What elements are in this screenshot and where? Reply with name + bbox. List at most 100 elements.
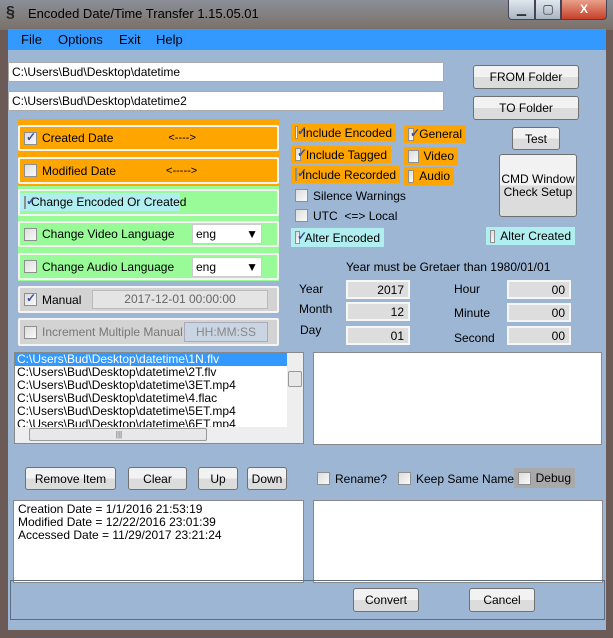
include-tagged[interactable]: Include Tagged bbox=[291, 146, 391, 163]
second-label: Second bbox=[454, 331, 495, 345]
chevron-down-icon: ▼ bbox=[246, 227, 258, 241]
from-folder-button[interactable]: FROM Folder bbox=[473, 65, 579, 89]
silence-warnings-checkbox[interactable] bbox=[295, 189, 308, 202]
minute-label: Minute bbox=[454, 306, 491, 320]
to-path-input[interactable] bbox=[8, 91, 444, 111]
vertical-scrollbar[interactable] bbox=[287, 353, 303, 427]
change-encoded-checkbox-label[interactable]: Change Encoded Or Created bbox=[20, 193, 186, 211]
audio-language-label: Change Audio Language bbox=[42, 259, 175, 274]
debug[interactable]: Debug bbox=[514, 468, 575, 488]
list-item[interactable]: C:\Users\Bud\Desktop\datetime\4.flac bbox=[15, 392, 303, 405]
hour-label: Hour bbox=[454, 282, 481, 296]
audio-label: Audio bbox=[419, 169, 450, 183]
month-label: Month bbox=[299, 302, 333, 316]
list-item[interactable]: C:\Users\Bud\Desktop\datetime\2T.flv bbox=[15, 366, 303, 379]
year-field[interactable]: 2017 bbox=[346, 280, 410, 299]
video[interactable]: Video bbox=[404, 147, 458, 165]
rename-checkbox[interactable] bbox=[317, 472, 330, 485]
keep-same-name-checkbox[interactable] bbox=[398, 472, 411, 485]
scroll-thumb[interactable]: ||| bbox=[29, 428, 207, 441]
hour-field[interactable]: 00 bbox=[507, 280, 571, 299]
remove-item-button[interactable]: Remove Item bbox=[25, 467, 116, 490]
file-info-box[interactable]: Creation Date = 1/1/2016 21:53:19 Modifi… bbox=[13, 500, 304, 583]
minute-field[interactable]: 00 bbox=[507, 303, 571, 322]
modified-date-checkbox[interactable] bbox=[24, 164, 37, 177]
include-tagged-label: Include Tagged bbox=[305, 147, 387, 162]
alter-created-checkbox[interactable] bbox=[490, 229, 496, 243]
general-checkbox[interactable] bbox=[408, 126, 421, 141]
video-label: Video bbox=[423, 149, 454, 163]
output-box[interactable] bbox=[313, 500, 603, 583]
rename[interactable]: Rename? bbox=[313, 470, 391, 487]
keep-same-name[interactable]: Keep Same Name bbox=[394, 470, 518, 487]
increment-label: Increment Multiple Manual bbox=[42, 325, 183, 339]
created-date-checkbox[interactable] bbox=[24, 130, 37, 145]
maximize-button[interactable]: ▢ bbox=[535, 0, 561, 20]
general-label: General bbox=[419, 127, 462, 141]
menu-file[interactable]: File bbox=[21, 32, 42, 47]
include-tagged-checkbox[interactable] bbox=[295, 146, 307, 161]
second-field[interactable]: 00 bbox=[507, 326, 571, 345]
close-button[interactable]: X bbox=[561, 0, 607, 20]
include-recorded-checkbox[interactable] bbox=[295, 166, 307, 181]
menu-help[interactable]: Help bbox=[156, 32, 183, 47]
list-item[interactable]: C:\Users\Bud\Desktop\datetime\5ET.mp4 bbox=[15, 405, 303, 418]
manual-checkbox[interactable] bbox=[24, 291, 37, 306]
utc-local-label: UTC <=> Local bbox=[313, 208, 398, 223]
manual-label: Manual bbox=[42, 292, 82, 307]
horizontal-scrollbar[interactable]: ||| bbox=[15, 427, 303, 443]
video-language-checkbox[interactable] bbox=[24, 227, 37, 241]
increment-row: Increment Multiple Manual HH:MM:SS bbox=[18, 318, 279, 346]
audio[interactable]: Audio bbox=[404, 167, 454, 185]
utc-local-checkbox[interactable] bbox=[295, 209, 308, 222]
from-path-input[interactable] bbox=[8, 62, 444, 82]
include-recorded[interactable]: Include Recorded bbox=[291, 166, 400, 183]
alter-created[interactable]: Alter Created bbox=[486, 227, 575, 245]
preview-panel bbox=[313, 352, 602, 445]
file-list[interactable]: C:\Users\Bud\Desktop\datetime\1N.flv C:\… bbox=[14, 352, 304, 444]
include-encoded-checkbox[interactable] bbox=[295, 124, 305, 139]
general[interactable]: General bbox=[404, 125, 466, 143]
audio-language-row: Change Audio Language eng ▼ bbox=[18, 253, 279, 280]
manual-datetime-field[interactable]: 2017-12-01 00:00:00 bbox=[92, 290, 268, 309]
to-folder-button[interactable]: TO Folder bbox=[473, 96, 579, 120]
debug-label: Debug bbox=[535, 471, 571, 485]
audio-language-checkbox[interactable] bbox=[24, 260, 37, 273]
audio-language-select[interactable]: eng ▼ bbox=[192, 256, 262, 277]
convert-button[interactable]: Convert bbox=[353, 588, 419, 612]
up-button[interactable]: Up bbox=[198, 467, 238, 490]
modified-date-row[interactable]: Modified Date <-----> bbox=[18, 157, 279, 184]
alter-encoded-checkbox[interactable] bbox=[295, 229, 306, 244]
menu-options[interactable]: Options bbox=[58, 32, 103, 47]
list-item[interactable]: C:\Users\Bud\Desktop\datetime\1N.flv bbox=[15, 353, 288, 366]
minimize-button[interactable]: ▁ bbox=[508, 0, 535, 20]
silence-warnings[interactable]: Silence Warnings bbox=[291, 187, 410, 204]
change-encoded-checkbox[interactable] bbox=[24, 194, 36, 209]
increment-time-field[interactable]: HH:MM:SS bbox=[184, 322, 268, 342]
increment-checkbox[interactable] bbox=[24, 325, 37, 339]
alter-encoded[interactable]: Alter Encoded bbox=[291, 228, 384, 247]
clear-button[interactable]: Clear bbox=[128, 467, 187, 490]
debug-checkbox[interactable] bbox=[518, 471, 531, 485]
month-field[interactable]: 12 bbox=[346, 302, 410, 321]
video-language-row: Change Video Language eng ▼ bbox=[18, 221, 279, 247]
day-field[interactable]: 01 bbox=[346, 326, 410, 345]
modified-date-label: Modified Date bbox=[42, 163, 117, 178]
created-date-row[interactable]: Created Date <----> bbox=[18, 125, 279, 151]
change-encoded-row: Change Encoded Or Created bbox=[18, 189, 279, 216]
cancel-button[interactable]: Cancel bbox=[469, 588, 535, 612]
video-checkbox[interactable] bbox=[408, 149, 419, 163]
utc-local[interactable]: UTC <=> Local bbox=[291, 207, 401, 224]
test-button[interactable]: Test bbox=[512, 127, 560, 150]
audio-checkbox[interactable] bbox=[408, 169, 415, 183]
chevron-down-icon: ▼ bbox=[246, 259, 258, 274]
video-language-select[interactable]: eng ▼ bbox=[192, 224, 262, 244]
include-encoded[interactable]: Include Encoded bbox=[291, 124, 396, 141]
cmd-window-check-setup-button[interactable]: CMD Window Check Setup bbox=[499, 154, 577, 217]
menu-exit[interactable]: Exit bbox=[119, 32, 141, 47]
year-note: Year must be Gretaer than 1980/01/01 bbox=[346, 260, 551, 274]
list-item[interactable]: C:\Users\Bud\Desktop\datetime\3ET.mp4 bbox=[15, 379, 303, 392]
keep-same-name-label: Keep Same Name bbox=[416, 471, 515, 486]
down-button[interactable]: Down bbox=[247, 467, 287, 490]
scroll-thumb[interactable] bbox=[288, 371, 302, 387]
